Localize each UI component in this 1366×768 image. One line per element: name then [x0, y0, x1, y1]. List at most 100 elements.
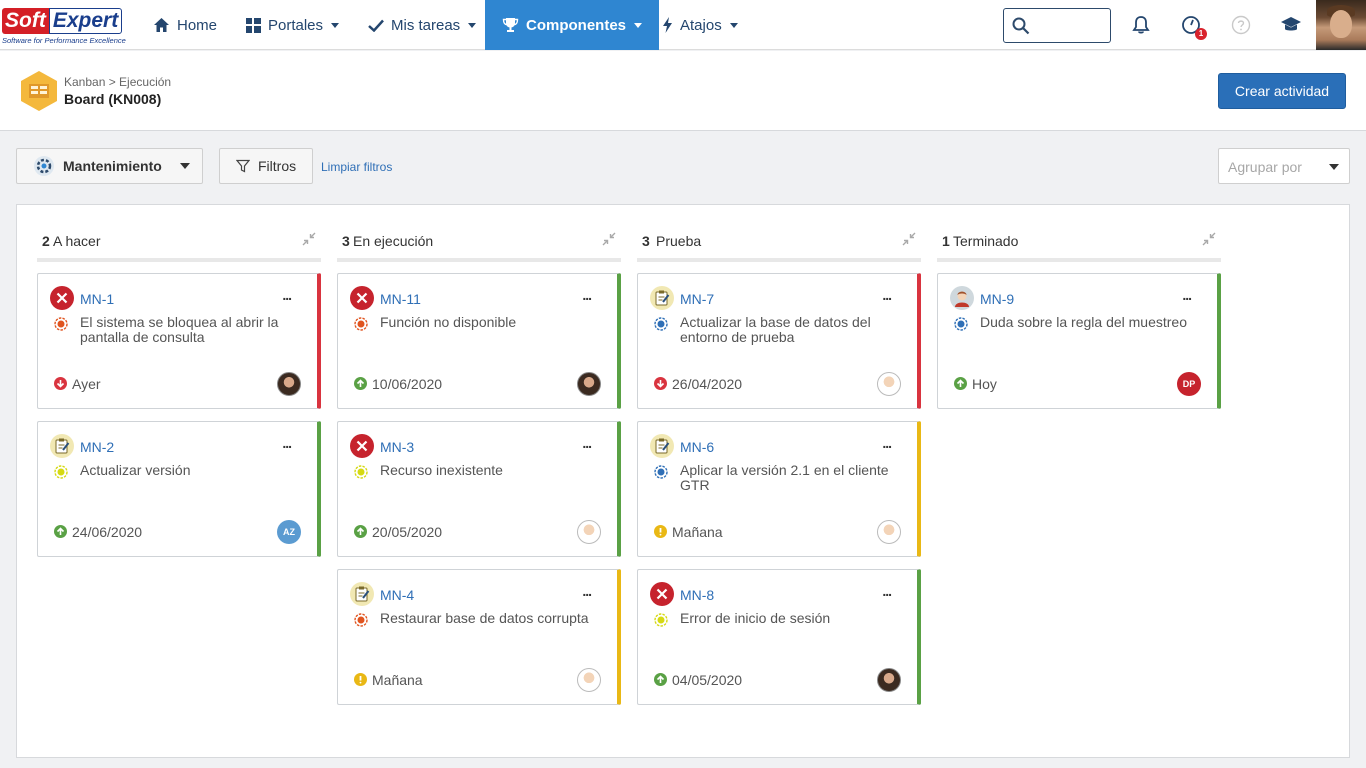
question-icon — [1231, 15, 1251, 35]
card-key[interactable]: MN-3 — [380, 439, 414, 455]
card-key[interactable]: MN-4 — [380, 587, 414, 603]
clear-filters-link[interactable]: Limpiar filtros — [321, 160, 392, 174]
collapse-icon[interactable] — [1202, 232, 1216, 246]
assignee-avatar[interactable] — [577, 668, 601, 692]
assignee-avatar[interactable]: DP — [1177, 372, 1201, 396]
breadcrumb[interactable]: Kanban > Ejecución — [64, 75, 171, 89]
priority-icon — [654, 317, 668, 331]
card-due-date: 20/05/2020 — [372, 524, 443, 540]
card-title: Aplicar la versión 2.1 en el cliente GTR — [680, 462, 889, 493]
collapse-icon[interactable] — [902, 232, 916, 246]
logo-expert-text: Expert — [48, 8, 123, 34]
performance-button[interactable]: 1 — [1178, 12, 1207, 40]
card-key[interactable]: MN-9 — [980, 291, 1014, 307]
filter-icon — [236, 159, 250, 173]
assignee-avatar[interactable] — [577, 520, 601, 544]
column-header-prueba: 3 Prueba — [637, 227, 921, 262]
lightning-icon — [663, 17, 672, 33]
kanban-card[interactable]: MN-8... Error de inicio de sesión 04/05/20… — [637, 569, 921, 705]
nav-atajos[interactable]: Atajos — [662, 0, 738, 50]
card-key[interactable]: MN-1 — [80, 291, 114, 307]
kanban-card[interactable]: MN-11... Función no disponible 10/06/2020 — [337, 273, 621, 409]
trophy-icon — [502, 18, 519, 32]
user-avatar[interactable] — [1316, 0, 1366, 50]
logo-tagline: Software for Performance Excellence — [2, 36, 126, 45]
card-key[interactable]: MN-11 — [380, 291, 421, 307]
column-count: 3 — [642, 233, 650, 249]
card-due-date: 04/05/2020 — [672, 672, 743, 688]
softexpert-logo[interactable]: Soft Expert Software for Performance Exc… — [0, 4, 132, 48]
chevron-down-icon — [331, 22, 340, 28]
search-box[interactable] — [1003, 8, 1111, 43]
notifications-button[interactable] — [1128, 12, 1154, 38]
priority-icon — [954, 317, 968, 331]
card-key[interactable]: MN-2 — [80, 439, 114, 455]
top-navbar: Soft Expert Software for Performance Exc… — [0, 0, 1366, 50]
kanban-card[interactable]: MN-7... Actualizar la base de datos del e… — [637, 273, 921, 409]
collapse-icon[interactable] — [602, 232, 616, 246]
card-due-date: Mañana — [672, 524, 723, 540]
nav-home[interactable]: Home — [153, 0, 217, 50]
learning-button[interactable] — [1278, 12, 1304, 38]
arrow-down-icon — [654, 377, 667, 390]
kanban-card[interactable]: MN-9... Duda sobre la regla del muestreo H… — [937, 273, 1221, 409]
group-by-select[interactable]: Agrupar por — [1218, 148, 1350, 184]
filters-button[interactable]: Filtros — [219, 148, 313, 184]
column-name: Prueba — [656, 233, 702, 249]
bell-icon — [1132, 16, 1150, 34]
nav-componentes[interactable]: Componentes — [485, 0, 660, 50]
grid-icon — [246, 17, 261, 33]
kanban-card[interactable]: MN-6... Aplicar la versión 2.1 en el clie… — [637, 421, 921, 557]
priority-icon — [354, 465, 368, 479]
create-activity-button[interactable]: Crear actividad — [1218, 73, 1346, 109]
more-options-icon[interactable]: ... — [582, 435, 592, 451]
home-icon — [154, 18, 169, 32]
priority-icon — [54, 317, 68, 331]
assignee-avatar[interactable]: AZ — [277, 520, 301, 544]
card-due-date: Ayer — [72, 376, 101, 392]
card-key[interactable]: MN-7 — [680, 291, 714, 307]
more-options-icon[interactable]: ... — [882, 583, 892, 599]
kanban-board: 2 A hacer 3 En ejecución 3 Prueba 1 Term… — [16, 204, 1350, 758]
column-name: Terminado — [953, 233, 1019, 249]
chevron-down-icon — [179, 163, 190, 169]
task-clipboard-icon — [650, 286, 674, 310]
column-header-terminado: 1 Terminado — [937, 227, 1221, 262]
more-options-icon[interactable]: ... — [882, 435, 892, 451]
collapse-icon[interactable] — [302, 232, 316, 246]
nav-portales-label: Portales — [268, 16, 324, 34]
assignee-avatar[interactable] — [877, 520, 901, 544]
kanban-card[interactable]: MN-3... Recurso inexistente 20/05/2020 — [337, 421, 621, 557]
help-button[interactable] — [1228, 12, 1254, 38]
assignee-avatar[interactable] — [577, 372, 601, 396]
more-options-icon[interactable]: ... — [1182, 287, 1192, 303]
search-input[interactable] — [1036, 15, 1106, 37]
more-options-icon[interactable]: ... — [582, 287, 592, 303]
card-title: Recurso inexistente — [380, 462, 503, 478]
nav-mis-tareas[interactable]: Mis tareas — [368, 0, 477, 50]
card-due-date: Hoy — [972, 376, 997, 392]
process-selector[interactable]: Mantenimiento — [16, 148, 203, 184]
assignee-avatar[interactable] — [877, 372, 901, 396]
more-options-icon[interactable]: ... — [882, 287, 892, 303]
arrow-down-icon — [54, 377, 67, 390]
kanban-card[interactable]: MN-2... Actualizar versión 24/06/2020 AZ — [37, 421, 321, 557]
kanban-card[interactable]: MN-1... El sistema se bloquea al abrir la… — [37, 273, 321, 409]
column-count: 2 — [42, 233, 50, 249]
assignee-avatar[interactable] — [277, 372, 301, 396]
error-type-icon — [350, 286, 374, 310]
assignee-avatar[interactable] — [877, 668, 901, 692]
kanban-card[interactable]: MN-4... Restaurar base de datos corrupta M… — [337, 569, 621, 705]
more-options-icon[interactable]: ... — [282, 435, 292, 451]
arrow-up-icon — [354, 525, 367, 538]
card-key[interactable]: MN-8 — [680, 587, 714, 603]
error-type-icon — [350, 434, 374, 458]
column-count: 3 — [342, 233, 350, 249]
help-badge: 1 — [1195, 28, 1207, 40]
nav-portales[interactable]: Portales — [246, 0, 340, 50]
more-options-icon[interactable]: ... — [282, 287, 292, 303]
more-options-icon[interactable]: ... — [582, 583, 592, 599]
group-by-placeholder: Agrupar por — [1228, 159, 1302, 175]
card-due-date: Mañana — [372, 672, 423, 688]
card-key[interactable]: MN-6 — [680, 439, 714, 455]
